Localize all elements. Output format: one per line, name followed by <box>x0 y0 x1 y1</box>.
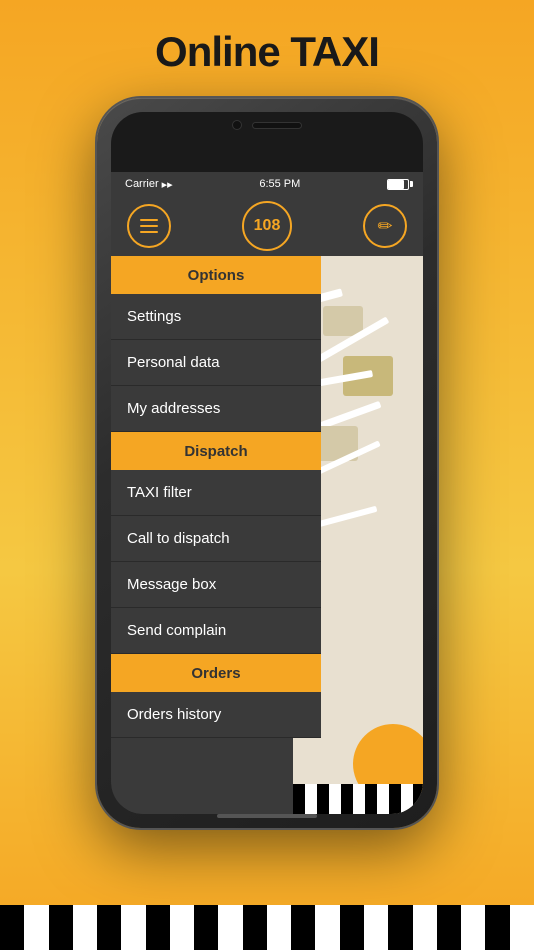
edit-button[interactable]: ✏ <box>363 204 407 248</box>
phone-top-bar <box>232 120 302 130</box>
phone-bezel: Carrier ▸▸ 6:55 PM <box>111 112 423 814</box>
section-header-dispatch: Dispatch <box>111 432 321 470</box>
wifi-icon: ▸▸ <box>162 178 173 191</box>
carrier-text: Carrier <box>125 178 159 190</box>
phone-shell: Carrier ▸▸ 6:55 PM <box>97 98 437 828</box>
menu-item-message-box[interactable]: Message box <box>111 562 321 608</box>
hamburger-icon <box>140 219 158 233</box>
menu-item-my-addresses[interactable]: My addresses <box>111 386 321 432</box>
battery-icon <box>387 179 409 190</box>
bottom-checker: // Generate checker cells const checker … <box>0 905 534 950</box>
counter-value: 108 <box>254 217 281 235</box>
map-block <box>323 306 363 336</box>
menu-item-orders-history[interactable]: Orders history <box>111 692 321 738</box>
menu-item-taxi-filter[interactable]: TAXI filter <box>111 470 321 516</box>
menu-button[interactable] <box>127 204 171 248</box>
phone-mockup: Carrier ▸▸ 6:55 PM <box>97 98 437 858</box>
status-time: 6:55 PM <box>259 178 300 190</box>
phone-camera <box>232 120 242 130</box>
status-bar: Carrier ▸▸ 6:55 PM <box>111 172 423 196</box>
edit-icon: ✏ <box>377 216 392 237</box>
menu-item-send-complain[interactable]: Send complain <box>111 608 321 654</box>
menu-item-personal-data[interactable]: Personal data <box>111 340 321 386</box>
carrier-info: Carrier ▸▸ <box>125 178 173 191</box>
screen: Carrier ▸▸ 6:55 PM <box>111 172 423 814</box>
section-header-options: Options <box>111 256 321 294</box>
menu-item-settings[interactable]: Settings <box>111 294 321 340</box>
menu-list: Options Settings Personal data My addres… <box>111 256 321 814</box>
phone-speaker <box>252 122 302 129</box>
section-header-orders: Orders <box>111 654 321 692</box>
battery-fill <box>388 180 404 189</box>
menu-item-call-dispatch[interactable]: Call to dispatch <box>111 516 321 562</box>
counter-button[interactable]: 108 <box>242 201 292 251</box>
page-title: Online TAXI <box>155 28 379 76</box>
header-bar: 108 ✏ <box>111 196 423 256</box>
home-indicator <box>217 814 317 818</box>
